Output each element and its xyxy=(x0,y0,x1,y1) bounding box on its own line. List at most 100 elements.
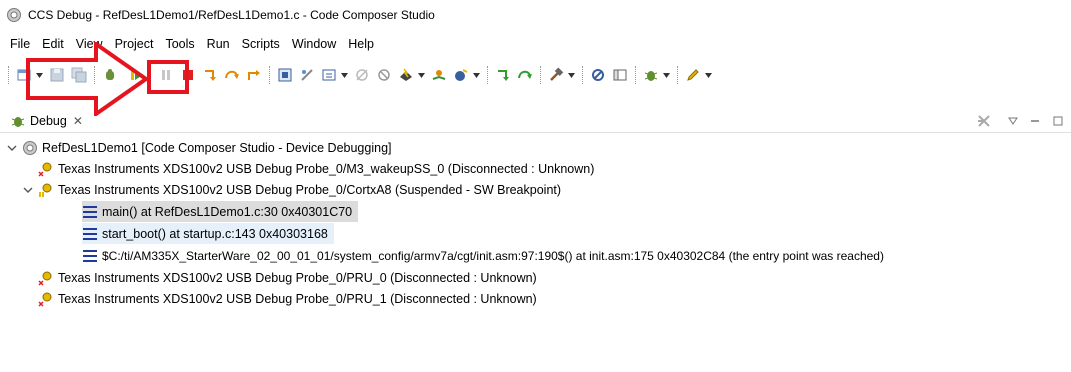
edit-dropdown[interactable] xyxy=(704,65,712,85)
assembly-step-over-button[interactable] xyxy=(515,65,535,85)
step-over-button[interactable] xyxy=(222,65,242,85)
load-program-icon xyxy=(322,69,336,81)
chevron-down-icon xyxy=(1008,117,1018,125)
chevron-down-icon[interactable] xyxy=(6,142,18,154)
remove-all-terminated-button[interactable] xyxy=(976,113,992,129)
search-icon xyxy=(592,69,604,81)
core-disconnected-icon xyxy=(38,291,54,307)
toolbar-separator xyxy=(269,66,270,84)
step-over-icon xyxy=(225,70,239,79)
build-button[interactable] xyxy=(546,65,566,85)
maximize-icon xyxy=(1053,116,1063,126)
remove-breakpoints-button[interactable] xyxy=(374,65,394,85)
chevron-down-icon xyxy=(567,72,575,78)
bug-icon xyxy=(11,117,25,127)
core-suspended-icon xyxy=(38,182,54,198)
toolbar-separator xyxy=(540,66,541,84)
connect-button[interactable] xyxy=(297,65,317,85)
chevron-down-icon xyxy=(704,72,712,78)
chevron-down-icon xyxy=(472,72,480,78)
chevron-down-icon[interactable] xyxy=(22,184,34,196)
remove-breakpoints-icon xyxy=(378,69,390,81)
launch-icon xyxy=(22,140,38,156)
edit-button[interactable] xyxy=(683,65,703,85)
step-return-button[interactable] xyxy=(244,65,264,85)
flash-icon xyxy=(400,68,412,81)
build-icon xyxy=(550,67,564,81)
tree-row-launch[interactable]: RefDesL1Demo1 [Code Composer Studio - De… xyxy=(6,137,392,158)
tree-row-label: Texas Instruments XDS100v2 USB Debug Pro… xyxy=(58,291,537,306)
tree-row-core-m3[interactable]: Texas Instruments XDS100v2 USB Debug Pro… xyxy=(38,158,594,179)
debug-perspective-dropdown[interactable] xyxy=(662,65,670,85)
window-title: CCS Debug - RefDesL1Demo1/RefDesL1Demo1.… xyxy=(28,8,435,22)
stack-frame-icon xyxy=(82,248,98,264)
maximize-button[interactable] xyxy=(1050,113,1066,129)
tree-row-label: Texas Instruments XDS100v2 USB Debug Pro… xyxy=(58,161,595,176)
chevron-down-icon xyxy=(662,72,670,78)
tree-row-label: main() at RefDesL1Demo1.c:30 0x40301C70 xyxy=(102,204,353,219)
assembly-step-into-button[interactable] xyxy=(493,65,513,85)
debug-perspective-button[interactable] xyxy=(641,65,661,85)
tree-row-label: RefDesL1Demo1 [Code Composer Studio - De… xyxy=(42,140,392,155)
step-into-icon xyxy=(205,70,216,81)
minimize-icon xyxy=(1031,120,1039,122)
tree-row-frame-main[interactable]: main() at RefDesL1Demo1.c:30 0x40301C70 xyxy=(82,201,359,222)
debug-config-icon xyxy=(432,70,446,80)
run-config-dropdown[interactable] xyxy=(472,65,480,85)
tab-debug[interactable]: Debug ✕ xyxy=(6,110,89,132)
view-menu-button[interactable] xyxy=(1005,113,1021,129)
connect-icon xyxy=(301,69,313,81)
skip-breakpoints-button[interactable] xyxy=(352,65,372,85)
toolbar-separator xyxy=(8,66,9,84)
menu-tools[interactable]: Tools xyxy=(159,37,200,51)
pencil-icon xyxy=(687,69,699,81)
ccs-app-icon xyxy=(7,8,21,22)
memory-icon xyxy=(278,68,292,82)
run-config-button[interactable] xyxy=(451,65,471,85)
load-program-dropdown[interactable] xyxy=(340,65,348,85)
assembly-step-over-icon xyxy=(518,70,532,79)
debug-config-button[interactable] xyxy=(429,65,449,85)
run-config-icon xyxy=(455,69,468,81)
tree-row-frame-start-boot[interactable]: start_boot() at startup.c:143 0x40303168 xyxy=(82,223,334,244)
menu-window[interactable]: Window xyxy=(286,37,342,51)
flash-button[interactable] xyxy=(396,65,416,85)
tab-debug-label: Debug xyxy=(30,114,67,128)
open-perspective-button[interactable] xyxy=(610,65,630,85)
remove-all-terminated-icon xyxy=(978,115,990,127)
stack-frame-icon xyxy=(82,226,98,242)
core-disconnected-icon xyxy=(38,270,54,286)
load-program-button[interactable] xyxy=(319,65,339,85)
resume-highlight-box xyxy=(147,60,189,94)
toolbar-separator xyxy=(677,66,678,84)
toolbar-separator xyxy=(635,66,636,84)
open-perspective-icon xyxy=(613,69,627,81)
step-into-button[interactable] xyxy=(200,65,220,85)
tree-row-core-pru0[interactable]: Texas Instruments XDS100v2 USB Debug Pro… xyxy=(38,267,537,288)
bug-icon xyxy=(644,71,658,81)
tree-row-label: $C:/ti/AM335X_StarterWare_02_00_01_01/sy… xyxy=(102,248,884,263)
tree-row-label: Texas Instruments XDS100v2 USB Debug Pro… xyxy=(58,270,537,285)
menu-scripts[interactable]: Scripts xyxy=(236,37,286,51)
menu-run[interactable]: Run xyxy=(201,37,236,51)
search-button[interactable] xyxy=(588,65,608,85)
assembly-step-into-icon xyxy=(498,70,509,81)
tree-row-frame-init[interactable]: $C:/ti/AM335X_StarterWare_02_00_01_01/sy… xyxy=(82,245,884,266)
close-icon[interactable]: ✕ xyxy=(73,114,83,128)
step-return-icon xyxy=(248,70,260,80)
title-bar: CCS Debug - RefDesL1Demo1/RefDesL1Demo1.… xyxy=(0,0,1071,30)
menu-help[interactable]: Help xyxy=(342,37,380,51)
minimize-button[interactable] xyxy=(1027,113,1043,129)
tree-row-core-pru1[interactable]: Texas Instruments XDS100v2 USB Debug Pro… xyxy=(38,288,537,309)
debug-view-tabbar: Debug ✕ xyxy=(0,107,1071,133)
annotation-arrow-icon xyxy=(26,42,150,116)
tree-row-core-cortexa8[interactable]: Texas Instruments XDS100v2 USB Debug Pro… xyxy=(22,179,561,200)
chevron-down-icon xyxy=(417,72,425,78)
chevron-down-icon xyxy=(340,72,348,78)
toolbar-separator xyxy=(582,66,583,84)
build-dropdown[interactable] xyxy=(567,65,575,85)
flash-dropdown[interactable] xyxy=(417,65,425,85)
memory-button[interactable] xyxy=(275,65,295,85)
tree-row-label: start_boot() at startup.c:143 0x40303168 xyxy=(102,226,328,241)
stack-frame-icon xyxy=(82,204,98,220)
